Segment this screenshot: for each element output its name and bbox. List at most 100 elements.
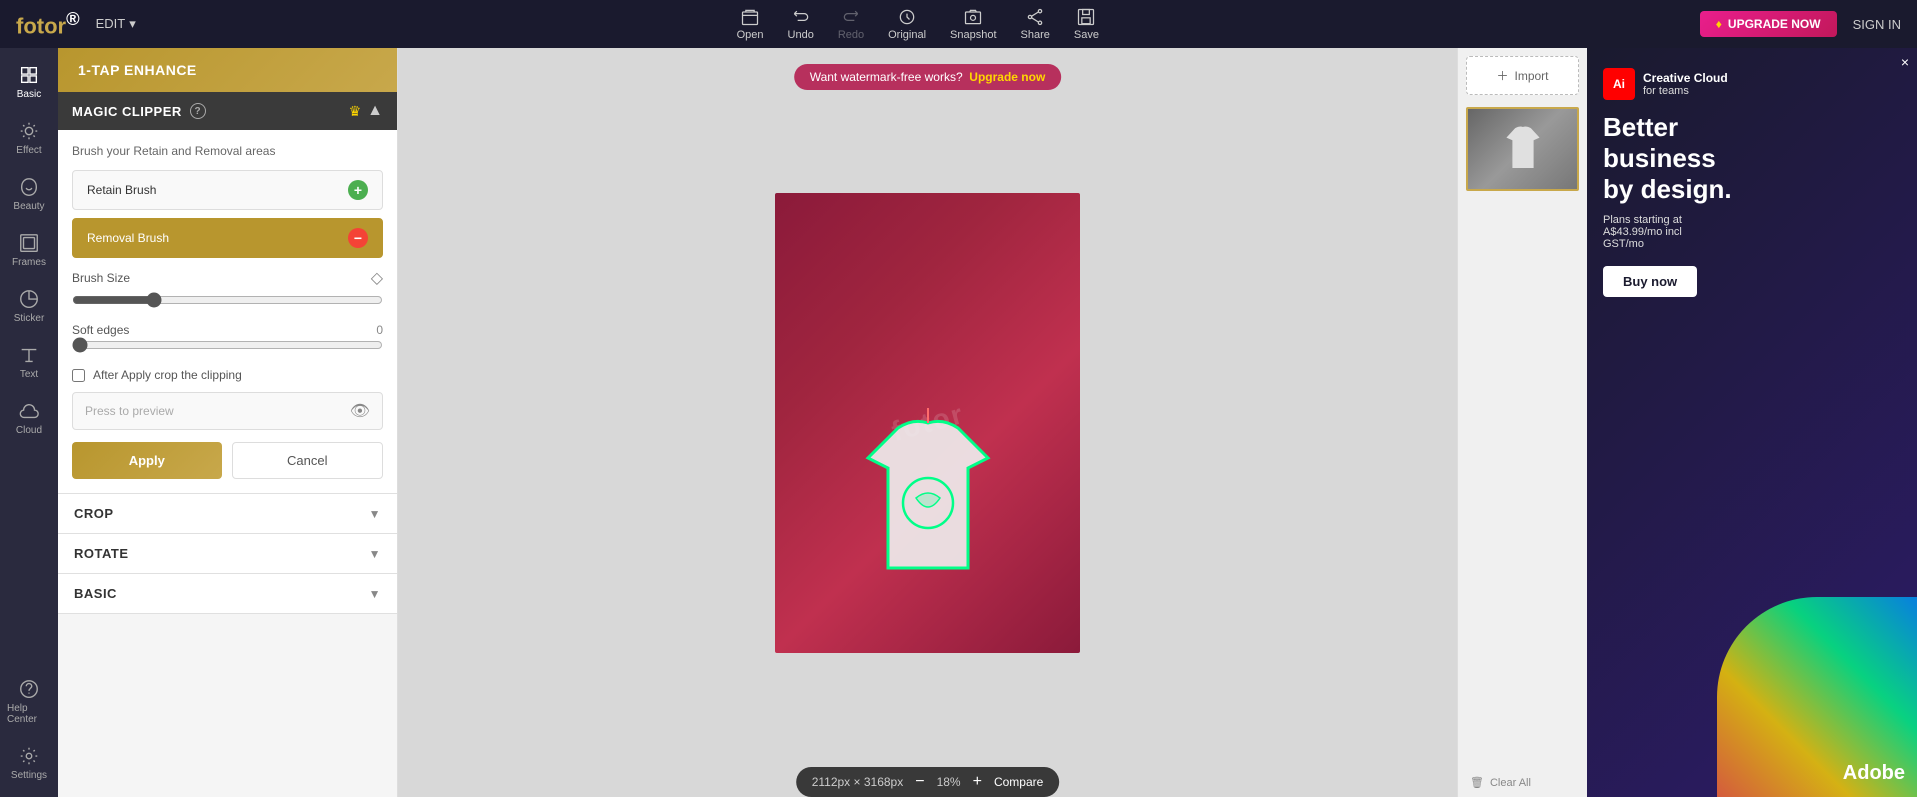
canvas-area: Want watermark-free works? Upgrade now f… [398,48,1457,797]
sidebar-item-text[interactable]: Text [3,336,55,388]
main-layout: Basic Effect Beauty Frames Sticker Text … [0,48,1917,797]
sidebar-label-beauty: Beauty [13,201,44,212]
ad-title-line1: Better [1603,112,1901,143]
thumbnail-item[interactable] [1466,107,1579,191]
accordion-rotate-arrow: ▼ [369,547,381,561]
brush-size-slider[interactable] [72,292,383,308]
watermark-link[interactable]: Upgrade now [969,70,1045,84]
sidebar-item-settings[interactable]: Settings [3,737,55,789]
crop-checkbox[interactable] [72,369,85,382]
ad-title: Better business by design. [1603,112,1901,206]
open-label: Open [737,29,764,41]
thumbnail-image [1468,109,1577,189]
canvas-zoom: 18% [937,775,961,789]
sidebar-item-sticker[interactable]: Sticker [3,280,55,332]
redo-tool[interactable]: Redo [838,7,864,41]
edit-button[interactable]: EDIT ▾ [96,16,136,32]
zoom-out-button[interactable]: − [915,773,924,791]
sidebar-item-effect[interactable]: Effect [3,112,55,164]
accordion-rotate-label: ROTATE [74,546,129,561]
original-tool[interactable]: Original [888,7,926,41]
accordion-rotate-header[interactable]: ROTATE ▼ [58,534,397,573]
sidebar-item-basic[interactable]: Basic [3,56,55,108]
ad-panel: × Ai Creative Cloud for teams Better bus… [1587,48,1917,797]
magic-clipper-header-right: ♛ ▲ [349,102,383,120]
save-tool[interactable]: Save [1074,7,1099,41]
removal-brush-button[interactable]: Removal Brush − [72,218,383,258]
brush-size-slider-container [72,292,383,313]
accordion-basic-header[interactable]: BASIC ▼ [58,574,397,613]
share-tool[interactable]: Share [1021,7,1050,41]
sidebar-item-cloud[interactable]: Cloud [3,392,55,444]
snapshot-icon [963,7,983,27]
magic-clipper-help-icon[interactable]: ? [190,103,206,119]
signin-button[interactable]: SIGN IN [1853,17,1901,32]
snapshot-tool[interactable]: Snapshot [950,7,996,41]
thumbnail-tshirt [1503,123,1543,176]
soft-edges-value: 0 [376,323,383,337]
import-label: Import [1515,69,1549,83]
topbar-right: UPGRADE NOW SIGN IN [1700,11,1901,37]
action-buttons: Apply Cancel [72,442,383,479]
sidebar-item-beauty[interactable]: Beauty [3,168,55,220]
zoom-in-button[interactable]: + [973,773,982,791]
brush-instruction: Brush your Retain and Removal areas [72,144,383,158]
watermark-text: Want watermark-free works? [810,70,963,84]
soft-edges-slider[interactable] [72,337,383,353]
retain-brush-button[interactable]: Retain Brush + [72,170,383,210]
original-label: Original [888,29,926,41]
magic-clipper-header[interactable]: MAGIC CLIPPER ? ♛ ▲ [58,92,397,130]
sidebar-item-frames[interactable]: Frames [3,224,55,276]
ad-title-line3: by design. [1603,174,1901,205]
logo-text: fotor [16,14,66,39]
magic-clipper-title: MAGIC CLIPPER [72,104,182,119]
accordion-basic-arrow: ▼ [369,587,381,601]
canvas-image: fotor [775,193,1080,653]
accordion-basic: BASIC ▼ [58,574,397,614]
icon-sidebar: Basic Effect Beauty Frames Sticker Text … [0,48,58,797]
settings-icon [18,745,40,767]
ad-close-button[interactable]: × [1901,54,1909,70]
brush-size-row: Brush Size ◇ [72,268,383,288]
import-button[interactable]: ＋ Import [1466,56,1579,95]
accordion-crop-header[interactable]: CROP ▼ [58,494,397,533]
upgrade-button[interactable]: UPGRADE NOW [1700,11,1837,37]
soft-edges-slider-container [72,337,383,358]
logo-suffix: ® [66,8,80,29]
fotor-logo: fotor® [16,8,80,39]
crop-checkbox-label[interactable]: After Apply crop the clipping [93,368,242,382]
retain-circle-icon: + [348,180,368,200]
removal-brush-label: Removal Brush [87,231,169,245]
checkbox-row: After Apply crop the clipping [72,368,383,382]
compare-button[interactable]: Compare [994,775,1043,789]
frames-icon [18,232,40,254]
cancel-button[interactable]: Cancel [232,442,384,479]
text-icon [18,344,40,366]
edit-label: EDIT [96,16,126,31]
sidebar-item-help-center[interactable]: Help Center [3,670,55,733]
magic-clipper-header-left: MAGIC CLIPPER ? [72,103,206,119]
ad-brand: Creative Cloud [1643,71,1728,85]
topbar: fotor® EDIT ▾ Open Undo Redo Original Sn… [0,0,1917,48]
clear-all-button[interactable]: 🗑 Clear All [1458,768,1587,797]
right-sidebar: ＋ Import 🗑 Clear All [1457,48,1587,797]
sidebar-label-settings: Settings [11,770,47,781]
ad-buy-button[interactable]: Buy now [1603,266,1697,297]
clear-all-label: Clear All [1490,777,1531,789]
undo-tool[interactable]: Undo [788,7,814,41]
sidebar-label-sticker: Sticker [14,313,45,324]
undo-icon [791,7,811,27]
open-tool[interactable]: Open [737,7,764,41]
apply-button[interactable]: Apply [72,442,222,479]
ad-subtitle: Plans starting at A$43.99/mo incl GST/mo [1603,214,1901,250]
topbar-center: Open Undo Redo Original Snapshot Share S… [737,7,1099,41]
collapse-button[interactable]: ▲ [367,102,383,120]
canvas-wrapper: fotor [775,193,1080,653]
save-icon [1076,7,1096,27]
eraser-icon[interactable]: ◇ [371,268,383,288]
topbar-left: fotor® EDIT ▾ [16,8,136,39]
original-icon [897,7,917,27]
ad-logo: Ai Creative Cloud for teams [1603,68,1901,100]
one-tap-enhance-button[interactable]: 1-TAP ENHANCE [58,48,397,92]
preview-input[interactable]: Press to preview 👁 [72,392,383,430]
